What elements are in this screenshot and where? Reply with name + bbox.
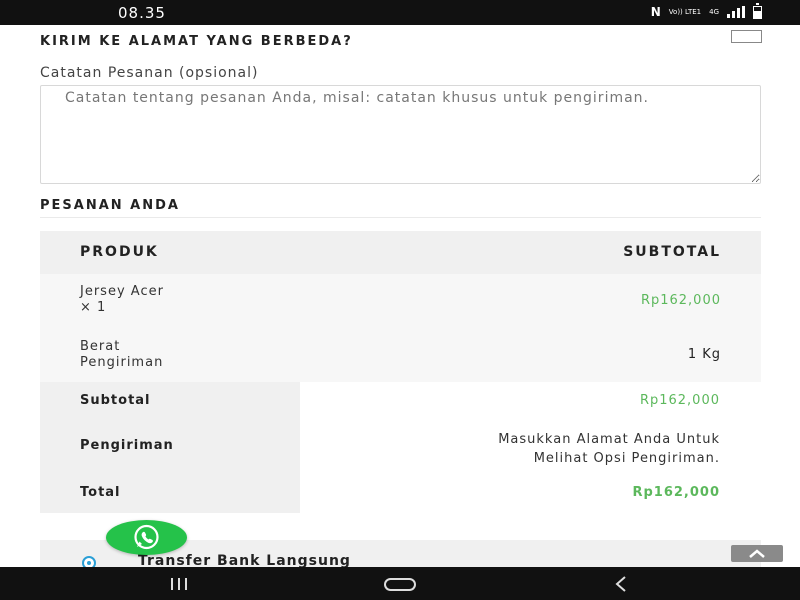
subtotal-label: Subtotal — [80, 393, 151, 408]
shipping-message-line2: Melihat Opsi Pengiriman. — [533, 451, 720, 466]
column-product: PRODUK — [80, 244, 159, 260]
navigation-bar — [0, 567, 800, 600]
weight-label-line1: Berat — [80, 339, 121, 354]
order-table-body: Jersey Acer × 1 Rp162,000 Berat Pengirim… — [40, 274, 761, 382]
status-time: 08.35 — [118, 4, 166, 22]
shipping-message: Masukkan Alamat Anda Untuk Melihat Opsi … — [300, 430, 720, 468]
checkout-screen: 08.35 N Vo)) LTE1 4G KIRIM KE ALAMAT YAN… — [0, 0, 800, 600]
ship-different-checkbox[interactable] — [731, 30, 762, 43]
product-name-cell: Jersey Acer × 1 — [80, 284, 164, 316]
back-icon[interactable] — [614, 575, 628, 593]
network-type-indicator: 4G — [709, 7, 719, 16]
weight-value: 1 Kg — [687, 347, 721, 362]
product-name: Jersey Acer — [80, 284, 164, 299]
order-notes-field[interactable] — [40, 85, 761, 184]
order-notes-label: Catatan Pesanan (opsional) — [40, 65, 259, 81]
order-title: PESANAN ANDA — [40, 198, 180, 213]
shipping-message-line1: Masukkan Alamat Anda Untuk — [498, 432, 720, 447]
whatsapp-button[interactable] — [106, 520, 187, 555]
ship-different-row: KIRIM KE ALAMAT YANG BERBEDA? — [40, 30, 762, 50]
shipping-label: Pengiriman — [80, 438, 174, 453]
weight-label-line2: Pengiriman — [80, 355, 164, 370]
ship-different-label: KIRIM KE ALAMAT YANG BERBEDA? — [40, 34, 353, 49]
total-label: Total — [80, 485, 121, 500]
status-icons: N Vo)) LTE1 4G — [650, 2, 762, 19]
battery-icon — [753, 2, 762, 19]
recents-icon[interactable] — [171, 578, 187, 590]
weight-label: Berat Pengiriman — [80, 339, 163, 371]
home-icon[interactable] — [384, 578, 416, 591]
scroll-top-button[interactable] — [731, 545, 783, 562]
subtotal-value: Rp162,000 — [639, 393, 720, 408]
order-divider — [40, 217, 761, 218]
totals-labels-column: Subtotal Pengiriman Total — [40, 382, 300, 513]
column-subtotal: SUBTOTAL — [623, 244, 721, 260]
product-price: Rp162,000 — [640, 293, 721, 308]
order-table-header: PRODUK SUBTOTAL — [40, 231, 761, 274]
nfc-icon: N — [650, 5, 661, 19]
total-value: Rp162,000 — [632, 485, 720, 500]
status-bar: 08.35 N Vo)) LTE1 4G — [0, 0, 800, 25]
volte-indicator: Vo)) LTE1 — [668, 7, 702, 16]
chevron-up-icon — [749, 549, 765, 558]
product-quantity: × 1 — [80, 300, 107, 315]
signal-icon — [727, 6, 745, 18]
whatsapp-icon — [134, 524, 159, 550]
